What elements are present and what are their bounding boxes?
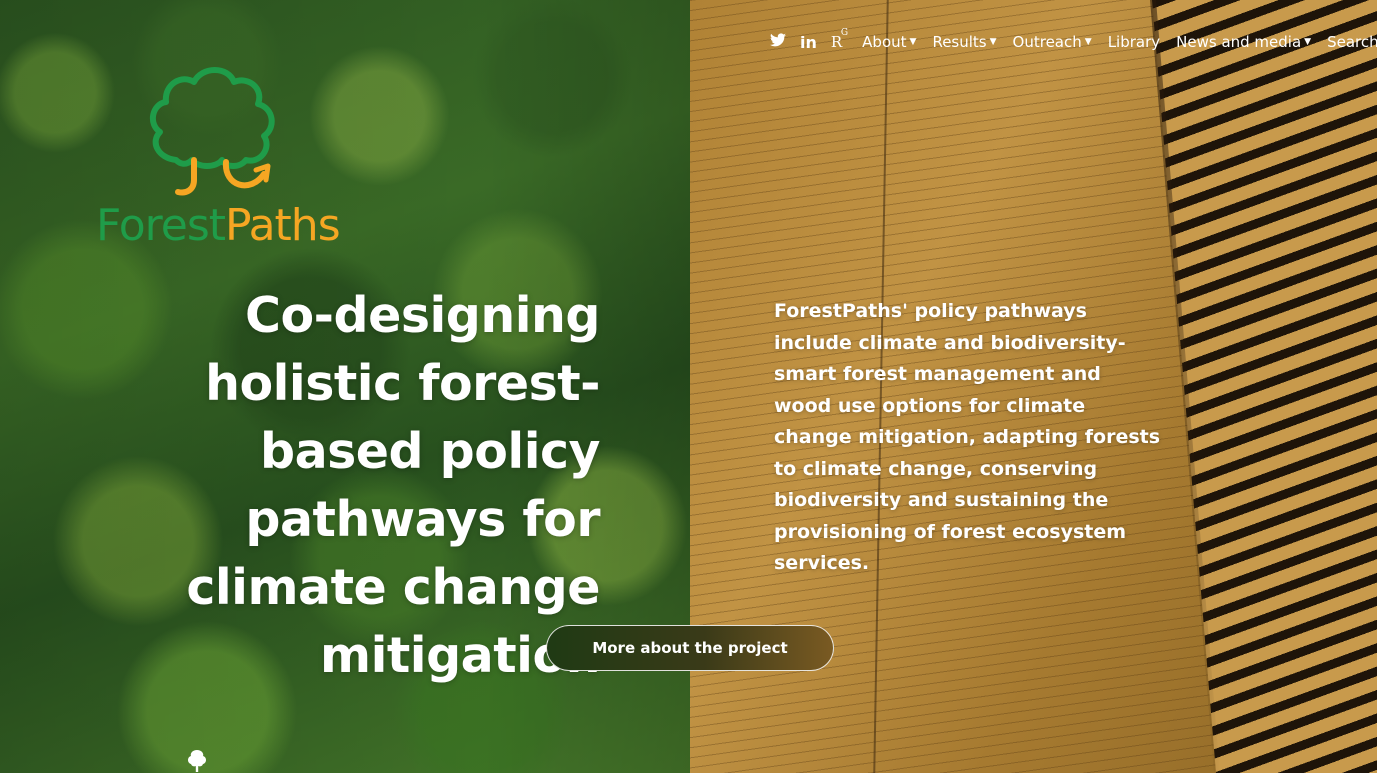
nav-item-library[interactable]: Library bbox=[1108, 33, 1160, 51]
hero-headline: Co-designing holistic forest-based polic… bbox=[186, 287, 600, 684]
nav-item-label: Library bbox=[1107, 33, 1161, 51]
logo[interactable]: ForestPaths bbox=[96, 62, 341, 252]
nav-item-label: Results bbox=[932, 33, 987, 51]
hero-lead-text: ForestPaths' policy pathways include cli… bbox=[774, 300, 1161, 574]
researchgate-sup: G bbox=[840, 28, 849, 38]
nav-item-news-and-media[interactable]: News and media ▼ bbox=[1176, 33, 1311, 51]
caret-down-icon: ▼ bbox=[1084, 37, 1092, 47]
logo-text-forest: Forest bbox=[96, 200, 226, 251]
scroll-tree-icon[interactable] bbox=[184, 748, 210, 774]
nav-item-label: Outreach bbox=[1012, 33, 1082, 51]
nav-item-label: About bbox=[862, 33, 907, 51]
more-about-project-button[interactable]: More about the project bbox=[546, 625, 834, 671]
logo-text-paths: Paths bbox=[225, 200, 341, 251]
tree-logo-icon bbox=[149, 67, 275, 196]
logo-wordmark: ForestPaths bbox=[96, 200, 341, 251]
nav-item-outreach[interactable]: Outreach ▼ bbox=[1013, 33, 1092, 51]
researchgate-icon[interactable]: RG bbox=[831, 28, 848, 51]
main-nav: in RG About ▼ Results ▼ Outreach ▼ Library … bbox=[770, 28, 1377, 54]
search-label: Search bbox=[1327, 33, 1377, 51]
caret-down-icon: ▼ bbox=[989, 37, 997, 47]
nav-item-results[interactable]: Results ▼ bbox=[932, 33, 996, 51]
search-button[interactable]: Search bbox=[1327, 33, 1377, 51]
social-links: in RG bbox=[770, 28, 848, 52]
nav-item-label: News and media bbox=[1176, 33, 1302, 51]
linkedin-icon[interactable]: in bbox=[800, 33, 817, 52]
nav-item-about[interactable]: About ▼ bbox=[862, 33, 916, 51]
caret-down-icon: ▼ bbox=[909, 37, 917, 47]
caret-down-icon: ▼ bbox=[1304, 37, 1312, 47]
twitter-icon[interactable] bbox=[770, 33, 786, 51]
